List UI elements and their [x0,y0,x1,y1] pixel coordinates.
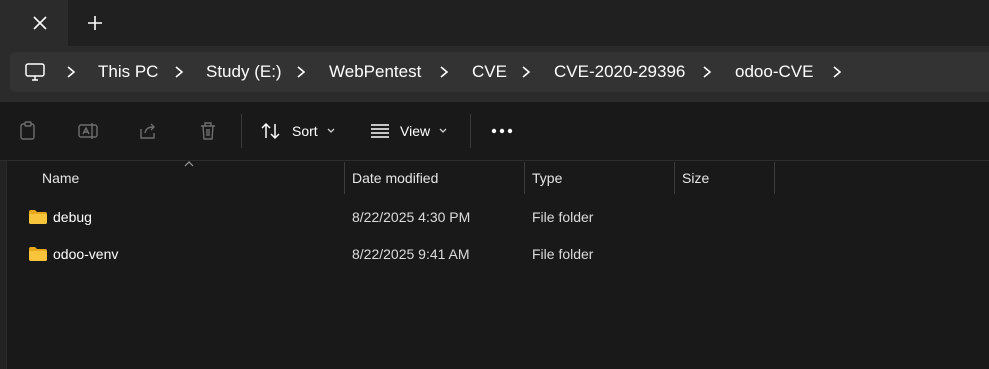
chevron-right-icon[interactable] [437,64,451,80]
chevron-right-icon[interactable] [519,64,533,80]
column-header-type[interactable]: Type [525,162,674,194]
folder-icon [29,210,47,224]
copy-icon[interactable] [17,120,39,142]
column-header-size[interactable]: Size [675,162,774,194]
file-row[interactable]: odoo-venv 8/22/2025 9:41 AM File folder [20,238,740,274]
chevron-right-icon[interactable] [172,64,186,80]
close-icon[interactable] [30,13,50,33]
navigation-pane-edge[interactable] [0,161,7,369]
column-header-date-modified[interactable]: Date modified [345,162,524,194]
chevron-right-icon[interactable] [294,64,308,80]
tab-strip [0,0,989,46]
breadcrumb-item-study[interactable]: Study (E:) [206,62,282,82]
file-row[interactable]: debug 8/22/2025 4:30 PM File folder [20,201,740,237]
plus-icon[interactable] [85,13,105,33]
share-icon[interactable] [137,120,159,142]
more-icon[interactable] [490,121,514,141]
file-name: odoo-venv [53,246,119,262]
command-bar: Sort View [0,102,989,161]
rename-icon[interactable] [77,120,99,142]
view-label: View [400,123,431,139]
address-row: This PC Study (E:) WebPentest CVE CVE-20… [0,46,989,102]
chevron-down-icon [439,128,447,133]
breadcrumb-item-cve-2020-29396[interactable]: CVE-2020-29396 [554,62,685,82]
sort-label: Sort [292,123,318,139]
active-tab[interactable] [0,0,68,46]
chevron-right-icon[interactable] [700,64,714,80]
file-type: File folder [532,209,594,225]
toolbar-separator [241,114,242,148]
this-pc-icon[interactable] [24,61,46,83]
breadcrumb-item-webpentest[interactable]: WebPentest [329,62,421,82]
column-divider[interactable] [774,162,775,194]
column-header-name[interactable]: Name [20,162,344,194]
file-date-modified: 8/22/2025 9:41 AM [352,246,470,262]
sort-button[interactable]: Sort [260,118,336,144]
toolbar-separator [470,114,471,148]
chevron-right-icon[interactable] [64,64,78,80]
file-name: debug [53,209,92,225]
folder-icon [29,247,47,261]
view-button[interactable]: View [370,118,448,144]
file-type: File folder [532,246,594,262]
file-date-modified: 8/22/2025 4:30 PM [352,209,471,225]
address-bar[interactable]: This PC Study (E:) WebPentest CVE CVE-20… [10,52,989,92]
sort-icon [261,122,280,140]
breadcrumb-item-cve[interactable]: CVE [472,62,507,82]
chevron-right-icon[interactable] [830,64,844,80]
view-list-icon [371,124,389,138]
delete-icon[interactable] [197,120,219,142]
breadcrumb-item-this-pc[interactable]: This PC [98,62,158,82]
chevron-down-icon [327,128,335,133]
breadcrumb-item-odoo-cve[interactable]: odoo-CVE [735,62,813,82]
